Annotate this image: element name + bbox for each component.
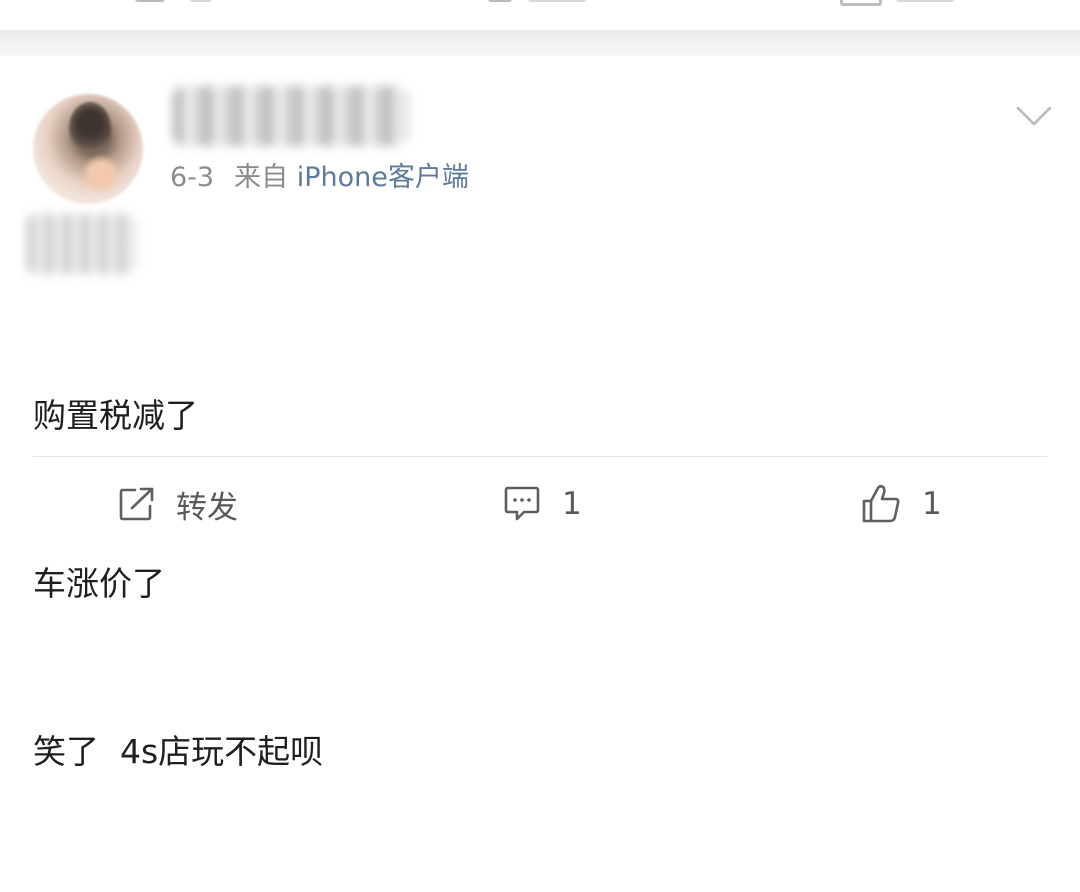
source-prefix: 来自 — [234, 162, 289, 193]
repost-button[interactable]: 转发 — [118, 482, 238, 526]
previous-comment-label — [528, 0, 586, 2]
previous-like-label — [896, 0, 954, 2]
comment-icon — [502, 485, 542, 523]
thumbs-up-icon — [860, 483, 902, 525]
previous-repost-label — [190, 0, 212, 2]
share-icon — [118, 486, 156, 522]
previous-post-actions — [0, 0, 1080, 30]
content-line: 购置税减了 — [33, 396, 198, 435]
previous-like-icon — [840, 0, 882, 6]
post-separator — [0, 30, 1080, 56]
content-line: 车涨价了 — [33, 564, 165, 603]
action-divider — [33, 456, 1047, 457]
previous-repost-icon — [135, 0, 165, 2]
like-count: 1 — [922, 486, 942, 522]
avatar[interactable] — [33, 94, 143, 204]
post-content: 购置税减了 车涨价了 笑了 4s店玩不起呗 — [33, 276, 323, 892]
comment-count: 1 — [562, 486, 582, 522]
post-date: 6-3 — [170, 162, 215, 193]
content-line: 笑了 4s店玩不起呗 — [33, 732, 324, 771]
username-redacted[interactable] — [172, 86, 408, 146]
post-meta: 6-3 来自 iPhone客户端 — [170, 160, 469, 196]
mention-redacted[interactable] — [26, 214, 136, 274]
avatar-face — [81, 154, 121, 194]
previous-comment-icon — [488, 0, 512, 2]
avatar-hair — [69, 102, 111, 154]
post-card[interactable]: 6-3 来自 iPhone客户端 购置税减了 车涨价了 笑了 4s店玩不起呗 转发 — [0, 56, 1080, 771]
repost-label: 转发 — [176, 489, 238, 526]
like-button[interactable]: 1 — [860, 482, 942, 526]
chevron-down-icon[interactable] — [1016, 104, 1052, 128]
source-name[interactable]: iPhone客户端 — [297, 162, 469, 193]
comment-button[interactable]: 1 — [502, 482, 582, 526]
